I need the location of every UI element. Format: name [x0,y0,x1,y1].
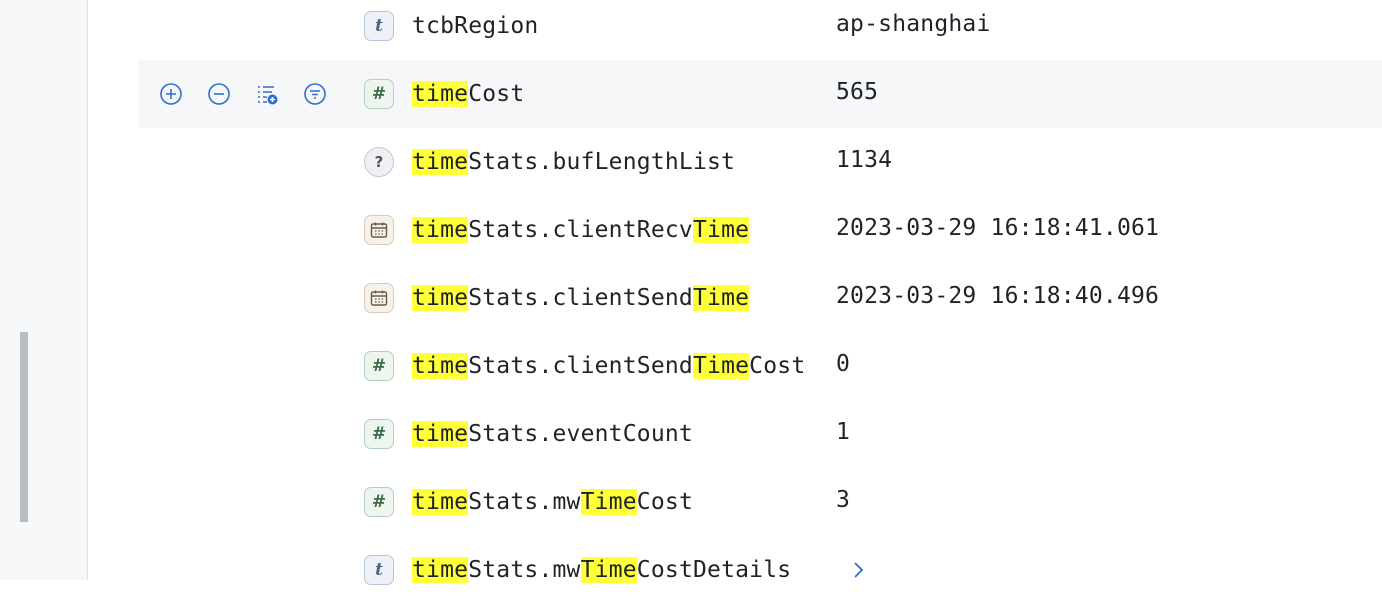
field-value: ap-shanghai [836,11,991,37]
filter-icon[interactable] [302,81,328,107]
field-name: timeStats.clientRecvTime [412,215,750,245]
field-row[interactable]: # timeStats.mwTimeCost 3 [138,468,1382,536]
search-highlight: time [412,81,469,107]
field-row[interactable]: # timeStats.eventCount 1 [138,400,1382,468]
field-name-part: Stats.mw [468,489,581,515]
text-type-icon: t [364,555,394,585]
field-name: timeStats.mwTimeCost [412,487,693,517]
field-name: timeStats.bufLengthList [412,147,735,177]
chevron-right-icon[interactable] [846,558,870,582]
field-row[interactable]: timeStats.clientSendTime 2023-03-29 16:18… [138,264,1382,332]
field-value: 1 [836,419,851,445]
search-highlight: Time [580,489,637,515]
field-name-part: Stats.eventCount [468,421,693,447]
plus-circle-icon[interactable] [158,81,184,107]
field-name: timeStats.clientSendTimeCost [412,351,805,381]
field-value: 1134 [836,147,893,173]
field-name-part: Stats.mw [468,557,581,583]
search-highlight: time [412,285,469,311]
field-row[interactable]: timeStats.clientRecvTime 2023-03-29 16:18… [138,196,1382,264]
field-row[interactable]: t tcbRegion ap-shanghai [138,0,1382,60]
field-name: timeStats.eventCount [412,419,693,449]
number-type-icon: # [364,487,394,517]
search-highlight: Time [692,217,750,243]
field-name: timeCost [412,79,524,109]
field-name-part: Stats.bufLengthList [468,149,736,175]
field-value: 565 [836,79,879,105]
field-name-part: Cost [749,353,806,379]
field-name-part: Cost [468,81,525,107]
search-highlight: time [412,353,469,379]
calendar-icon [364,283,394,313]
search-highlight: Time [580,557,637,583]
field-row[interactable]: # timeStats.clientSendTimeCost 0 [138,332,1382,400]
field-row[interactable]: t timeStats.mwTimeCostDetails [138,536,1382,604]
field-value: 2023-03-29 16:18:41.061 [836,215,1160,241]
scrollbar-thumb[interactable] [20,332,28,522]
search-highlight: Time [692,285,750,311]
field-name-part: CostDetails [636,557,792,583]
text-type-icon: t [364,11,394,41]
search-highlight: time [412,149,469,175]
left-panel [0,0,88,580]
row-actions [158,60,328,128]
field-value: 2023-03-29 16:18:40.496 [836,283,1160,309]
field-name-part: Stats.clientRecv [468,217,693,243]
field-name-part: Stats.clientSend [468,353,693,379]
add-to-list-icon[interactable] [254,81,280,107]
number-type-icon: # [364,351,394,381]
field-name: timeStats.mwTimeCostDetails [412,555,791,585]
search-highlight: time [412,489,469,515]
field-value: 3 [836,487,851,513]
search-highlight: time [412,421,469,447]
field-name: timeStats.clientSendTime [412,283,750,313]
unknown-type-icon: ? [364,147,394,177]
calendar-icon [364,215,394,245]
field-name-part: Stats.clientSend [468,285,693,311]
number-type-icon: # [364,79,394,109]
field-row[interactable]: ? timeStats.bufLengthList 1134 [138,128,1382,196]
search-highlight: time [412,217,469,243]
field-name: tcbRegion [412,11,538,41]
minus-circle-icon[interactable] [206,81,232,107]
number-type-icon: # [364,419,394,449]
search-highlight: time [412,557,469,583]
field-name-part: Cost [636,489,693,515]
field-value: 0 [836,351,851,377]
field-row[interactable]: # timeCost 565 [138,60,1382,128]
search-highlight: Time [692,353,750,379]
field-name-part: tcbRegion [412,13,539,39]
